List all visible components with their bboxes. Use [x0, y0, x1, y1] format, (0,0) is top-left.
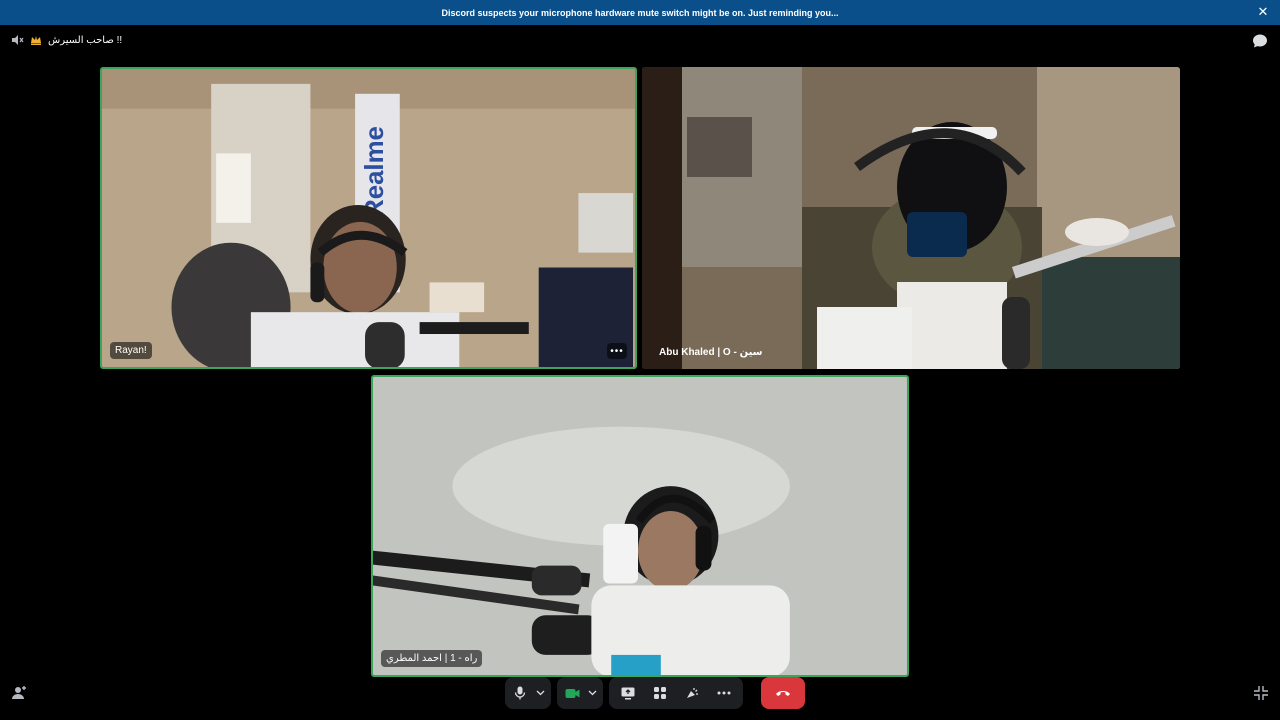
- banner-text: Discord suspects your microphone hardwar…: [441, 7, 839, 18]
- channel-header: صاحب السيرش !!: [10, 32, 122, 48]
- mic-options-button[interactable]: [533, 679, 547, 707]
- svg-text:Realme: Realme: [361, 126, 389, 218]
- hang-up-icon: [776, 691, 790, 696]
- participant-video: Realme: [102, 69, 635, 367]
- speaker-muted-icon[interactable]: [10, 33, 24, 47]
- chat-icon[interactable]: [1252, 33, 1268, 49]
- microphone-button[interactable]: [509, 679, 531, 707]
- video-tile-abu-khaled[interactable]: Abu Khaled | O - سين: [642, 67, 1180, 369]
- mic-control-group: [505, 677, 551, 709]
- participant-name-tag: Abu Khaled | O - سين: [659, 347, 763, 358]
- chevron-down-icon: [588, 690, 596, 696]
- video-tile-rayan[interactable]: Realme Rayan! •••: [100, 67, 637, 369]
- participant-name-tag: Rayan!: [110, 342, 152, 359]
- activities-button[interactable]: [649, 679, 671, 707]
- microphone-icon: [514, 686, 526, 700]
- more-button[interactable]: [713, 679, 735, 707]
- screen-share-button[interactable]: [617, 679, 639, 707]
- activities-icon: [654, 687, 666, 699]
- screen-share-icon: [621, 687, 635, 699]
- soundboard-button[interactable]: [681, 679, 703, 707]
- disconnect-button[interactable]: [761, 677, 805, 709]
- call-control-bar: [505, 677, 805, 709]
- invite-user-icon[interactable]: [11, 685, 27, 701]
- participant-name-tag: راه - 1 | احمد المطري: [381, 650, 483, 667]
- chevron-down-icon: [536, 690, 544, 696]
- close-icon[interactable]: ✕: [1256, 4, 1270, 19]
- soundboard-icon: [687, 688, 698, 698]
- video-tile-ahmed[interactable]: راه - 1 | احمد المطري: [371, 375, 909, 677]
- participant-video: [373, 377, 907, 675]
- more-icon: [717, 691, 731, 695]
- camera-control-group: [557, 677, 603, 709]
- participant-video: [642, 67, 1180, 369]
- camera-button[interactable]: [561, 679, 583, 707]
- camera-options-button[interactable]: [585, 679, 599, 707]
- exit-fullscreen-icon[interactable]: [1253, 685, 1269, 701]
- action-control-group: [609, 677, 743, 709]
- crown-icon: [31, 36, 41, 45]
- camera-icon: [565, 688, 579, 698]
- more-options-button[interactable]: •••: [607, 343, 627, 359]
- hardware-mute-banner: Discord suspects your microphone hardwar…: [0, 0, 1280, 25]
- channel-name: صاحب السيرش !!: [48, 34, 123, 46]
